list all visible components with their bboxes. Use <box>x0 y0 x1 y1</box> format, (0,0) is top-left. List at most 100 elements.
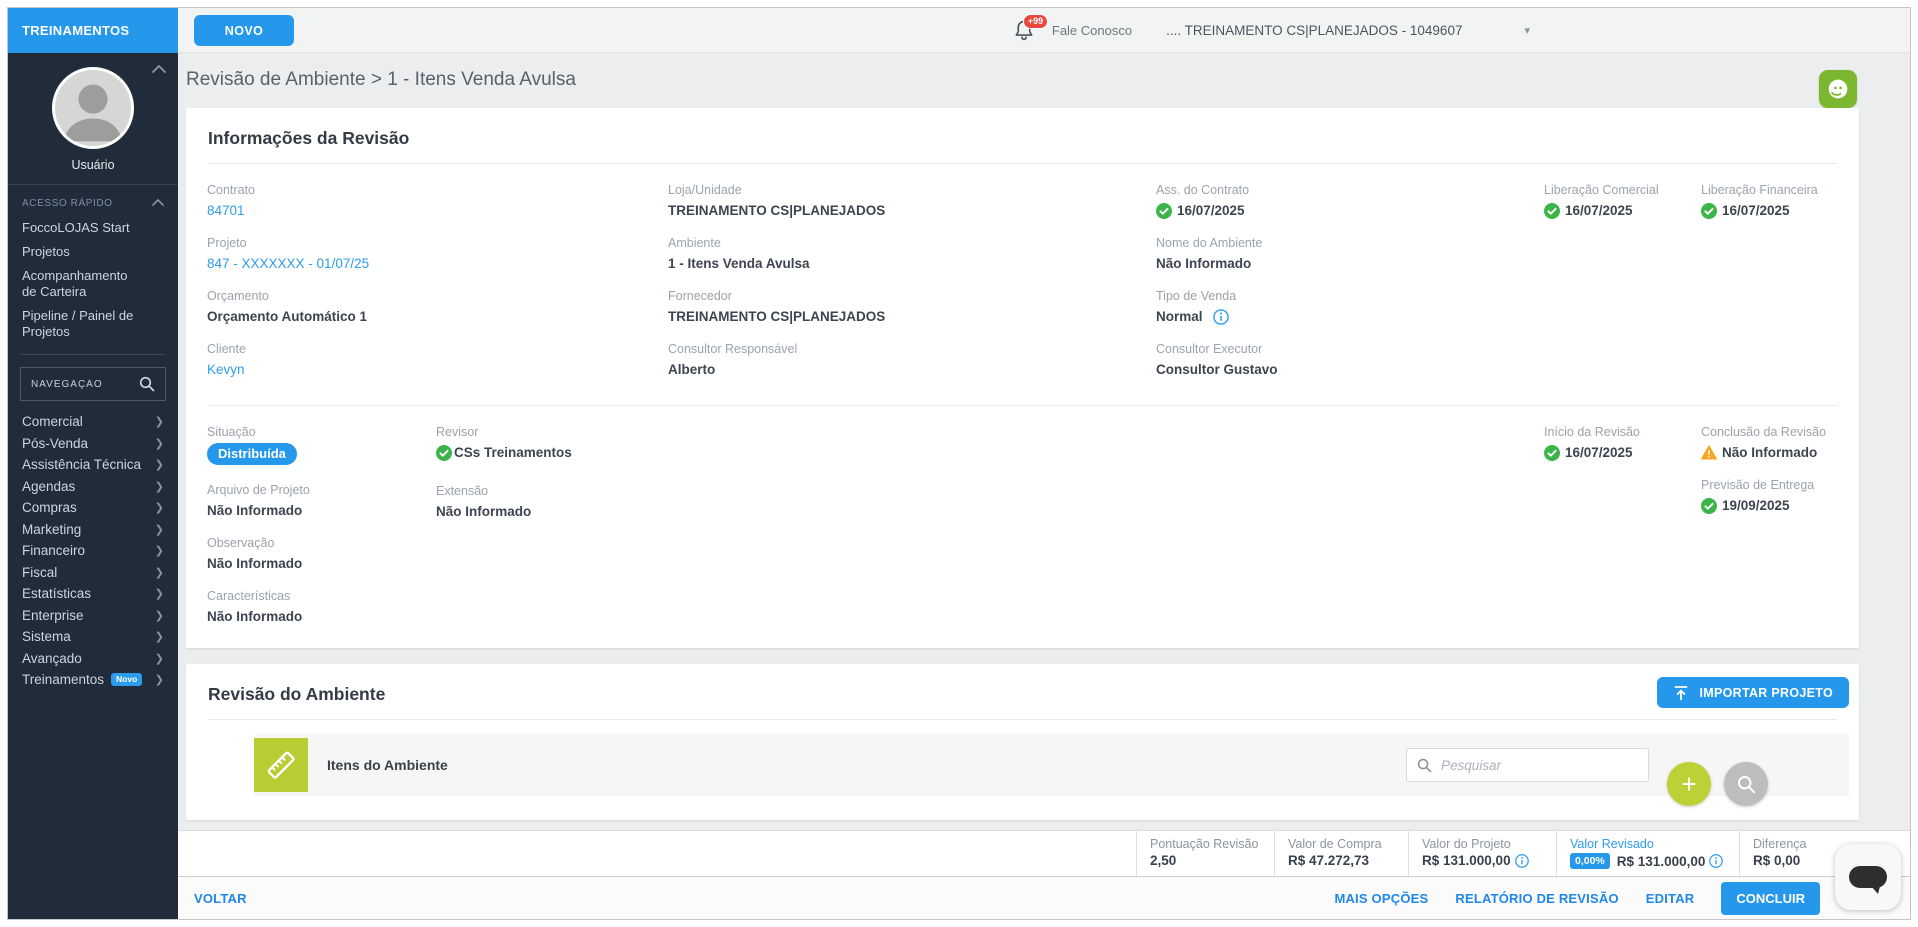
cliente-link[interactable]: Kevyn <box>207 360 668 379</box>
concluir-button[interactable]: CONCLUIR <box>1721 882 1820 915</box>
mais-opcoes-button[interactable]: MAIS OPÇÕES <box>1334 891 1428 906</box>
info-fields-grid: Contrato84701 Projeto847 - XXXXXXX - 01/… <box>186 164 1859 385</box>
search-icon <box>1737 775 1756 794</box>
topbar: NOVO +99 Fale Conosco .... TREINAMENTO C… <box>178 8 1910 53</box>
sidebar-item-financeiro[interactable]: Financeiro❯ <box>8 540 178 562</box>
sidebar-item-enterprise[interactable]: Enterprise❯ <box>8 605 178 627</box>
field-ambiente: Ambiente1 - Itens Venda Avulsa <box>668 235 1156 273</box>
editar-button[interactable]: EDITAR <box>1646 891 1695 906</box>
context-selector[interactable]: .... TREINAMENTO CS|PLANEJADOS - 1049607 <box>1166 23 1462 38</box>
info-card-title: Informações da Revisão <box>186 108 1859 163</box>
projeto-link[interactable]: 847 - XXXXXXX - 01/07/25 <box>207 254 668 273</box>
app-window: TREINAMENTOS Usuário ACESSO RÁPIDO Focco… <box>7 7 1911 920</box>
sidebar-item-compras[interactable]: Compras❯ <box>8 497 178 519</box>
pontuacao-revisao-cell: Pontuação Revisão 2,50 <box>1136 831 1274 876</box>
chevron-down-icon[interactable]: ▾ <box>1524 24 1530 37</box>
field-arquivo-projeto: Arquivo de ProjetoNão Informado <box>207 482 436 520</box>
sidebar-item-avancado[interactable]: Avançado❯ <box>8 648 178 670</box>
info-circle-icon[interactable] <box>1515 854 1529 868</box>
search-items-button[interactable] <box>1724 762 1768 806</box>
sidebar-item-foccolojas-start[interactable]: FoccoLOJAS Start <box>8 216 178 240</box>
sidebar-item-pipeline-painel[interactable]: Pipeline / Painel de Projetos <box>8 304 158 344</box>
sidebar-item-comercial[interactable]: Comercial❯ <box>8 411 178 433</box>
search-icon[interactable] <box>139 376 155 392</box>
field-revisor: RevisorCSs Treinamentos <box>436 424 1544 462</box>
sidebar: TREINAMENTOS Usuário ACESSO RÁPIDO Focco… <box>8 8 178 919</box>
user-name: Usuário <box>8 158 178 172</box>
topbar-right: +99 Fale Conosco .... TREINAMENTO CS|PLA… <box>1014 8 1530 53</box>
info-circle-icon[interactable] <box>1709 854 1723 868</box>
sidebar-item-agendas[interactable]: Agendas❯ <box>8 476 178 498</box>
brand-header: TREINAMENTOS <box>8 8 178 53</box>
nav-search-input[interactable] <box>31 379 139 390</box>
field-orcamento: OrçamentoOrçamento Automático 1 <box>207 288 668 326</box>
chevron-right-icon: ❯ <box>155 609 164 622</box>
field-previsao-entrega: Previsão de Entrega19/09/2025 <box>1701 477 1838 515</box>
sidebar-item-acompanhamento-carteira[interactable]: Acompanhamento de Carteira <box>8 264 158 304</box>
sidebar-item-projetos[interactable]: Projetos <box>8 240 178 264</box>
field-fornecedor: FornecedorTREINAMENTO CS|PLANEJADOS <box>668 288 1156 326</box>
check-circle-icon <box>1544 445 1560 461</box>
action-bar-right: MAIS OPÇÕES RELATÓRIO DE REVISÃO EDITAR … <box>1334 882 1820 915</box>
itens-search-box[interactable] <box>1406 748 1649 782</box>
collapse-sidebar-icon[interactable] <box>152 61 166 71</box>
revision-status-grid: SituaçãoDistribuída Arquivo de ProjetoNã… <box>186 406 1859 648</box>
sidebar-item-assistencia-tecnica[interactable]: Assistência Técnica❯ <box>8 454 178 476</box>
chevron-right-icon: ❯ <box>155 652 164 665</box>
relatorio-revisao-button[interactable]: RELATÓRIO DE REVISÃO <box>1455 891 1618 906</box>
notifications-bell-icon[interactable]: +99 <box>1014 19 1036 43</box>
fale-conosco-link[interactable]: Fale Conosco <box>1052 23 1132 38</box>
sidebar-item-estatisticas[interactable]: Estatísticas❯ <box>8 583 178 605</box>
field-caracteristicas: CaracterísticasNão Informado <box>207 588 436 626</box>
sidebar-item-marketing[interactable]: Marketing❯ <box>8 519 178 541</box>
warning-triangle-icon <box>1701 445 1717 460</box>
action-bar: VOLTAR MAIS OPÇÕES RELATÓRIO DE REVISÃO … <box>178 876 1910 919</box>
voltar-button[interactable]: VOLTAR <box>194 891 247 906</box>
field-ass-contrato: Ass. do Contrato16/07/2025 <box>1156 182 1544 220</box>
chevron-right-icon: ❯ <box>155 630 164 643</box>
field-projeto: Projeto847 - XXXXXXX - 01/07/25 <box>207 235 668 273</box>
itens-search-input[interactable] <box>1441 758 1611 773</box>
field-nome-ambiente: Nome do AmbienteNão Informado <box>1156 235 1544 273</box>
field-tipo-venda: Tipo de VendaNormal <box>1156 288 1544 326</box>
sidebar-item-treinamentos[interactable]: TreinamentosNovo❯ <box>8 669 178 691</box>
field-liberacao-comercial: Liberação Comercial16/07/2025 <box>1544 182 1701 220</box>
sidebar-nav-search[interactable] <box>20 367 166 401</box>
field-observacao: ObservaçãoNão Informado <box>207 535 436 573</box>
sidebar-item-pos-venda[interactable]: Pós-Venda❯ <box>8 433 178 455</box>
itens-ambiente-row[interactable]: Itens do Ambiente + <box>254 734 1849 796</box>
itens-ambiente-title: Itens do Ambiente <box>327 757 448 773</box>
sidebar-item-sistema[interactable]: Sistema❯ <box>8 626 178 648</box>
chevron-right-icon: ❯ <box>155 587 164 600</box>
quick-access-header[interactable]: ACESSO RÁPIDO <box>8 185 178 216</box>
valor-projeto-cell: Valor do Projeto R$ 131.000,00 <box>1408 831 1556 876</box>
check-circle-icon <box>436 445 452 461</box>
valor-revisado-cell: Valor Revisado 0,00%R$ 131.000,00 <box>1556 831 1739 876</box>
novo-button[interactable]: NOVO <box>194 15 294 46</box>
contrato-link[interactable]: 84701 <box>207 201 668 220</box>
field-consultor-responsavel: Consultor ResponsávelAlberto <box>668 341 1156 379</box>
novo-badge: Novo <box>111 673 142 686</box>
sidebar-item-fiscal[interactable]: Fiscal❯ <box>8 562 178 584</box>
field-extensao: ExtensãoNão Informado <box>436 483 1544 521</box>
field-cliente: ClienteKevyn <box>207 341 668 379</box>
avatar[interactable] <box>52 67 134 149</box>
chevron-right-icon: ❯ <box>155 480 164 493</box>
chevron-right-icon: ❯ <box>155 523 164 536</box>
info-circle-icon[interactable] <box>1213 309 1229 325</box>
divider <box>21 354 165 355</box>
person-icon <box>55 70 131 146</box>
chat-widget-button[interactable] <box>1835 844 1901 910</box>
valor-compra-cell: Valor de Compra R$ 47.272,73 <box>1274 831 1408 876</box>
add-item-button[interactable]: + <box>1667 762 1711 806</box>
chevron-up-icon[interactable] <box>152 198 166 208</box>
divider <box>208 719 1837 720</box>
main-area: NOVO +99 Fale Conosco .... TREINAMENTO C… <box>178 8 1910 919</box>
breadcrumb: Revisão de Ambiente > 1 - Itens Venda Av… <box>186 69 1859 91</box>
field-inicio-revisao: Início da Revisão16/07/2025 <box>1544 424 1701 462</box>
field-loja-unidade: Loja/UnidadeTREINAMENTO CS|PLANEJADOS <box>668 182 1156 220</box>
field-consultor-executor: Consultor ExecutorConsultor Gustavo <box>1156 341 1544 379</box>
user-block: Usuário <box>8 53 178 185</box>
field-situacao: SituaçãoDistribuída <box>207 424 436 465</box>
importar-projeto-button[interactable]: IMPORTAR PROJETO <box>1657 677 1849 708</box>
